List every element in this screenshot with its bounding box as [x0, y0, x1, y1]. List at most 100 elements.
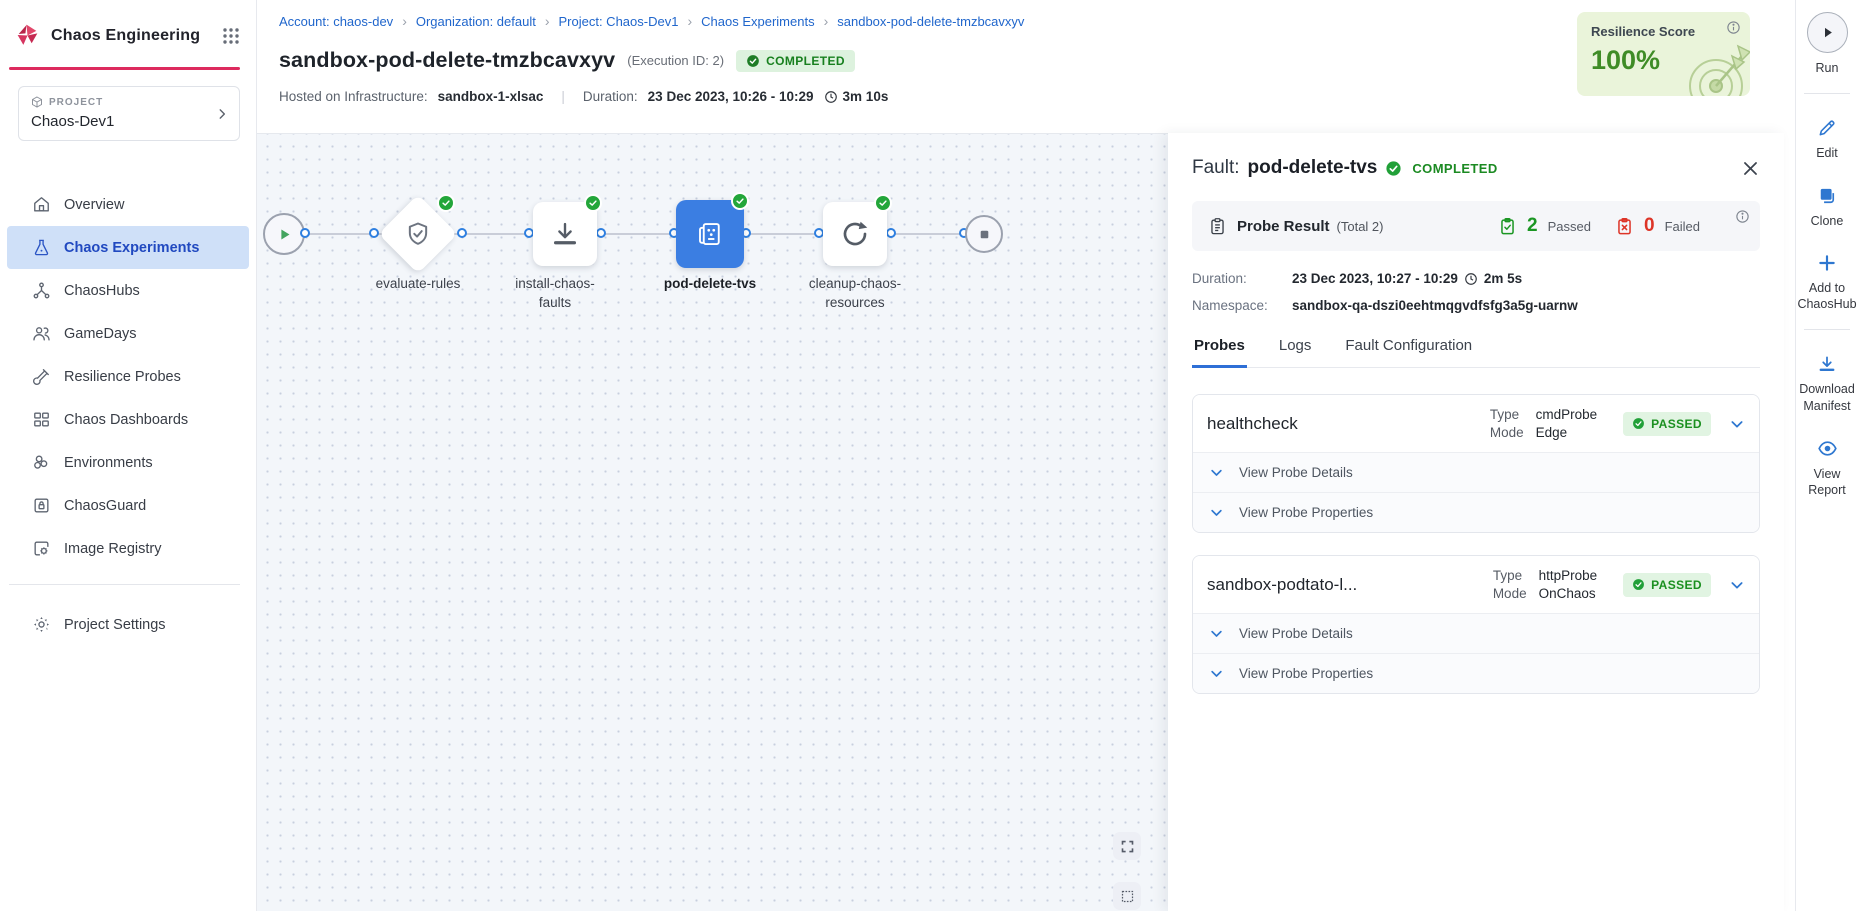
clone-button[interactable]: Clone: [1811, 186, 1844, 229]
nine-dot-grid-icon[interactable]: [222, 27, 240, 45]
target-dart-illustration: [1676, 42, 1750, 96]
probe-card-sandbox-podtato: sandbox-podtato-l... Type httpProbe Mode…: [1192, 555, 1760, 694]
tab-fault-configuration[interactable]: Fault Configuration: [1343, 337, 1474, 367]
info-icon[interactable]: [1735, 209, 1750, 224]
node-label: cleanup-chaos-resources: [802, 275, 908, 313]
node-success-badge: [731, 192, 749, 210]
resilience-score-label: Resilience Score: [1591, 24, 1738, 39]
download-manifest-label: Download Manifest: [1796, 381, 1858, 414]
chevron-right-icon: ›: [402, 14, 407, 28]
node-label: install-chaos-faults: [507, 275, 603, 313]
project-selector[interactable]: PROJECT Chaos-Dev1: [18, 86, 240, 141]
rail-divider: [1804, 329, 1850, 330]
probe-type-mode: Type httpProbe Mode OnChaos: [1493, 568, 1597, 601]
sidebar-item-overview[interactable]: Overview: [7, 183, 249, 226]
chevron-down-icon: [1209, 626, 1224, 641]
eye-icon: [1817, 438, 1838, 459]
probe-status-badge: PASSED: [1623, 412, 1711, 436]
close-icon[interactable]: [1741, 159, 1760, 178]
project-name: Chaos-Dev1: [31, 113, 227, 130]
breadcrumb-account[interactable]: Account: chaos-dev: [279, 14, 393, 29]
mode-label: Mode: [1490, 425, 1524, 440]
node-pod-delete-tvs[interactable]: [676, 200, 744, 268]
fault-doc-icon: [695, 219, 725, 249]
edit-button[interactable]: Edit: [1816, 118, 1838, 161]
type-label: Type: [1490, 407, 1524, 422]
home-icon: [31, 195, 51, 215]
add-to-chaoshub-label: Add to ChaosHub: [1796, 280, 1858, 313]
node-success-badge: [437, 194, 455, 212]
view-probe-details-link[interactable]: View Probe Details: [1193, 452, 1759, 492]
fullscreen-button[interactable]: [1113, 832, 1141, 860]
fault-namespace-value: sandbox-qa-dszi0eehtmqgvdfsfg3a5g-uarnw: [1292, 298, 1578, 313]
breadcrumb-chaos-experiments[interactable]: Chaos Experiments: [701, 14, 814, 29]
left-sidebar: Chaos Engineering PROJE: [0, 0, 257, 911]
fault-namespace-label: Namespace:: [1192, 298, 1292, 313]
shield-check-icon: [404, 220, 432, 248]
stop-icon: [978, 228, 991, 241]
link-label: View Probe Details: [1239, 465, 1353, 480]
marquee-select-button[interactable]: [1113, 882, 1141, 910]
execution-id: (Execution ID: 2): [627, 53, 724, 68]
sidebar-item-chaosguard[interactable]: ChaosGuard: [7, 484, 249, 527]
fault-elapsed-value: 2m 5s: [1484, 271, 1522, 286]
lock-square-icon: [31, 496, 51, 516]
fault-panel-tabs: Probes Logs Fault Configuration: [1192, 337, 1760, 368]
breadcrumb-project[interactable]: Project: Chaos-Dev1: [559, 14, 679, 29]
sidebar-item-gamedays[interactable]: GameDays: [7, 312, 249, 355]
refresh-icon: [839, 218, 871, 250]
view-probe-properties-link[interactable]: View Probe Properties: [1193, 492, 1759, 532]
sidebar-nav: Overview Chaos Experiments ChaosHubs Gam…: [0, 183, 256, 570]
tab-probes[interactable]: Probes: [1192, 337, 1247, 368]
chaos-logo-icon: [14, 22, 41, 49]
probe-status-badge: PASSED: [1623, 573, 1711, 597]
sidebar-item-project-settings[interactable]: Project Settings: [7, 603, 249, 646]
sidebar-item-chaos-dashboards[interactable]: Chaos Dashboards: [7, 398, 249, 441]
node-success-badge: [584, 194, 602, 212]
sidebar-item-chaos-experiments[interactable]: Chaos Experiments: [7, 226, 249, 269]
view-probe-details-link[interactable]: View Probe Details: [1193, 613, 1759, 653]
marquee-select-icon: [1120, 889, 1135, 904]
probe-icon: [31, 367, 51, 387]
probe-result-title: Probe Result: [1237, 218, 1330, 235]
chevron-down-icon[interactable]: [1729, 577, 1745, 593]
cube-icon: [31, 96, 43, 108]
link-label: View Probe Details: [1239, 626, 1353, 641]
sidebar-item-label: ChaosGuard: [64, 498, 146, 514]
breadcrumb-organization[interactable]: Organization: default: [416, 14, 536, 29]
pipeline-start-node[interactable]: [263, 213, 305, 255]
view-report-button[interactable]: View Report: [1796, 438, 1858, 499]
passed-count: 2: [1527, 215, 1538, 237]
add-to-chaoshub-button[interactable]: Add to ChaosHub: [1796, 253, 1858, 313]
node-cleanup-chaos-resources[interactable]: [823, 202, 887, 266]
edge-port: [457, 228, 467, 238]
right-action-rail: Run Edit Clone Add to ChaosHub Download …: [1795, 0, 1858, 911]
brand-accent-divider: [9, 67, 240, 70]
sidebar-divider: [9, 584, 240, 585]
tab-logs[interactable]: Logs: [1277, 337, 1314, 367]
node-install-chaos-faults[interactable]: [533, 202, 597, 266]
play-icon: [277, 227, 292, 242]
failed-count: 0: [1644, 215, 1655, 237]
breadcrumb-experiment-name[interactable]: sandbox-pod-delete-tmzbcavxyv: [837, 14, 1024, 29]
duration-value: 23 Dec 2023, 10:26 - 10:29: [648, 89, 814, 104]
sidebar-item-image-registry[interactable]: Image Registry: [7, 527, 249, 570]
sidebar-item-chaoshubs[interactable]: ChaosHubs: [7, 269, 249, 312]
run-button[interactable]: [1807, 12, 1848, 53]
download-manifest-button[interactable]: Download Manifest: [1796, 354, 1858, 414]
view-probe-properties-link[interactable]: View Probe Properties: [1193, 653, 1759, 693]
project-card-label: PROJECT: [49, 97, 103, 108]
pipeline-canvas[interactable]: evaluate-rules install-chaos-faults pod-…: [257, 133, 1168, 911]
sidebar-item-resilience-probes[interactable]: Resilience Probes: [7, 355, 249, 398]
fault-namespace-row: Namespace: sandbox-qa-dszi0eehtmqgvdfsfg…: [1192, 298, 1760, 313]
info-icon[interactable]: [1726, 20, 1741, 35]
sidebar-item-environments[interactable]: Environments: [7, 441, 249, 484]
chevron-down-icon[interactable]: [1729, 416, 1745, 432]
pipeline-end-node[interactable]: [965, 215, 1003, 253]
status-badge-label: COMPLETED: [766, 54, 845, 68]
chevron-right-icon: ›: [687, 14, 692, 28]
fault-status: COMPLETED: [1412, 161, 1497, 176]
sidebar-item-label: Environments: [64, 455, 153, 471]
app-root: Chaos Engineering PROJE: [0, 0, 1858, 911]
fault-name: pod-delete-tvs: [1248, 157, 1378, 179]
